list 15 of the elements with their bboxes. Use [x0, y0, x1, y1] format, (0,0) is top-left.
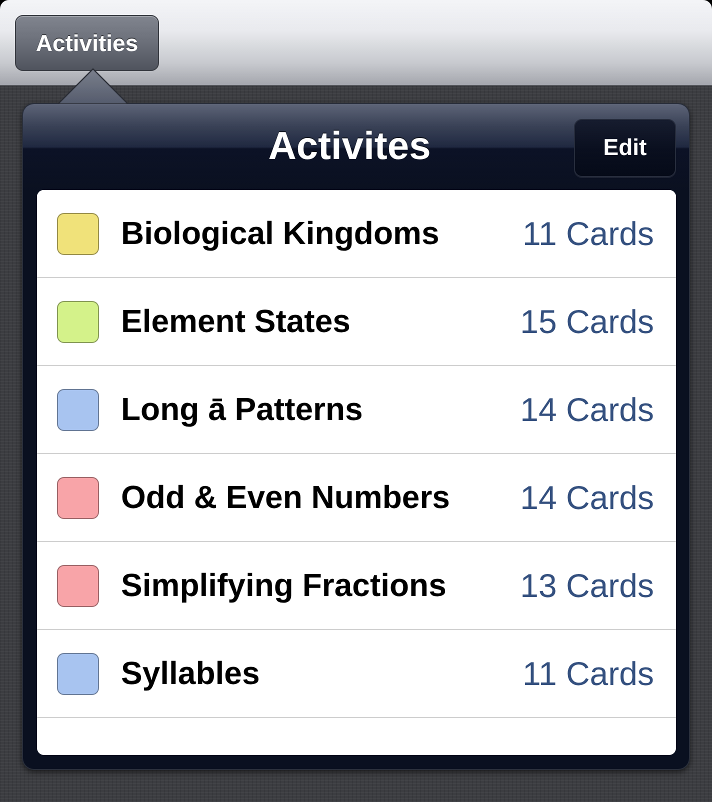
activity-name: Long ā Patterns	[121, 391, 363, 428]
activity-name: Simplifying Fractions	[121, 567, 446, 604]
activity-name: Odd & Even Numbers	[121, 479, 450, 516]
card-count: 14 Cards	[520, 478, 654, 516]
card-count: 11 Cards	[522, 214, 654, 252]
card-count: 11 Cards	[522, 654, 654, 692]
edit-button[interactable]: Edit	[574, 118, 676, 176]
activity-name: Element States	[121, 303, 350, 340]
card-count: 15 Cards	[520, 302, 654, 340]
card-count: 13 Cards	[520, 566, 654, 604]
activity-name: Biological Kingdoms	[121, 215, 440, 252]
activity-row[interactable]: Biological Kingdoms 11 Cards	[37, 190, 676, 278]
card-count: 14 Cards	[520, 390, 654, 428]
activity-name: Syllables	[121, 655, 260, 692]
popover-title: Activites	[268, 125, 431, 169]
